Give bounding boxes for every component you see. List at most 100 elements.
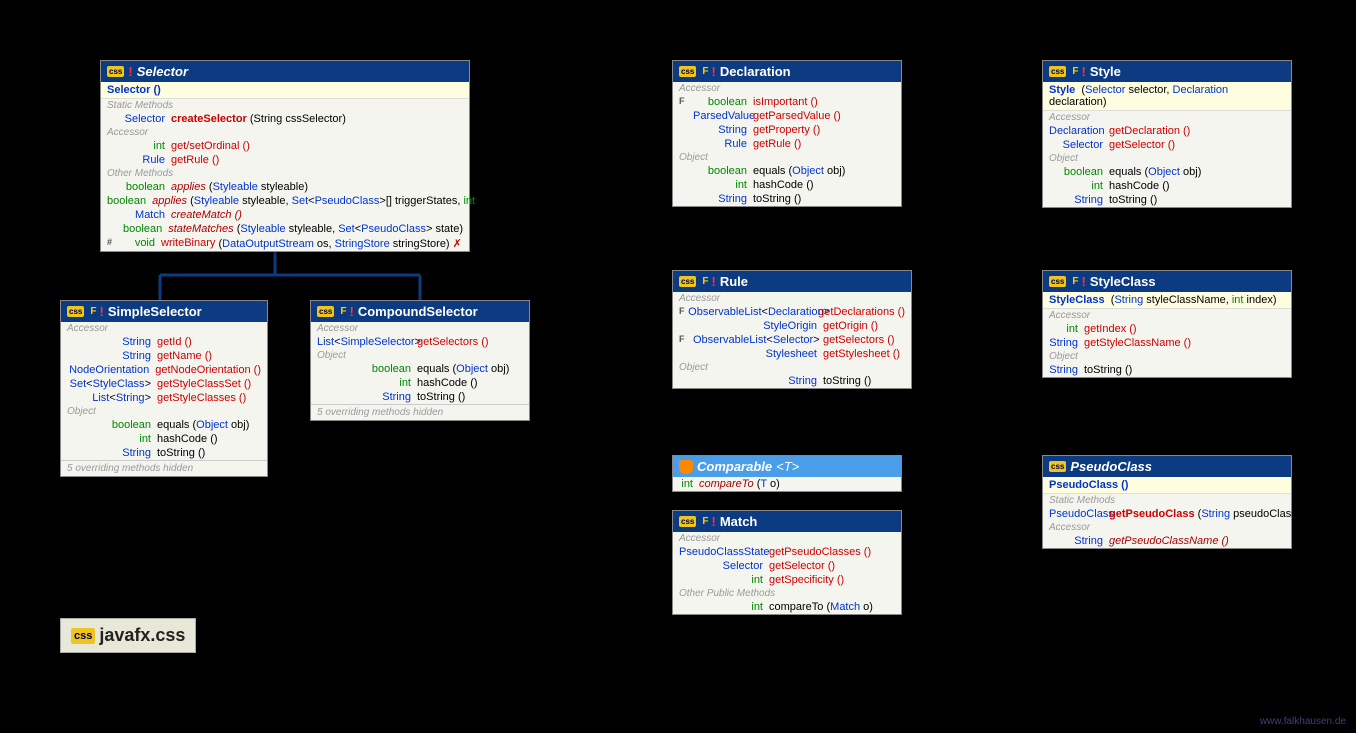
member: StringtoString () <box>673 374 911 388</box>
class-title: PseudoClass <box>1070 459 1152 474</box>
class-title: Match <box>720 514 758 529</box>
member: StringgetStyleClassName () <box>1043 336 1291 350</box>
member: intgetIndex () <box>1043 322 1291 336</box>
member: SelectorgetSelector () <box>1043 138 1291 152</box>
final-flag: F <box>1072 66 1078 77</box>
interface-comparable: Comparable <T> intcompareTo (T o) <box>672 455 902 492</box>
css-icon: css <box>107 66 124 77</box>
abstract-flag: ! <box>711 514 715 529</box>
abstract-flag: ! <box>128 64 132 79</box>
constructor-row: Style (Selector selector, Declaration de… <box>1043 82 1291 111</box>
css-icon: css <box>679 276 696 287</box>
member: ParsedValuegetParsedValue () <box>673 109 901 123</box>
class-title: Rule <box>720 274 748 289</box>
css-icon: css <box>71 628 95 644</box>
class-selector: css ! Selector Selector () Static Method… <box>100 60 470 252</box>
class-header: css F ! Style <box>1043 61 1291 82</box>
footer-note: 5 overriding methods hidden <box>61 460 267 476</box>
abstract-flag: ! <box>711 64 715 79</box>
member: booleanstateMatches (Styleable styleable… <box>101 222 469 236</box>
class-header: css F ! CompoundSelector <box>311 301 529 322</box>
member: inthashCode () <box>311 376 529 390</box>
member: intcompareTo (T o) <box>673 477 901 491</box>
final-flag: F <box>1072 276 1078 287</box>
class-header: css F ! Rule <box>673 271 911 292</box>
member: FObservableList<Declaration>getDeclarati… <box>673 305 911 319</box>
interface-header: Comparable <T> <box>673 456 901 477</box>
constructor-row: PseudoClass () <box>1043 477 1291 494</box>
footer-note: 5 overriding methods hidden <box>311 404 529 420</box>
package-name: javafx.css <box>99 625 185 646</box>
class-title: CompoundSelector <box>358 304 478 319</box>
member: PseudoClassStategetPseudoClasses () <box>673 545 901 559</box>
class-title: StyleClass <box>1090 274 1156 289</box>
member: PseudoClassgetPseudoClass (String pseudo… <box>1043 507 1291 521</box>
abstract-flag: ! <box>711 274 715 289</box>
member: booleanequals (Object obj) <box>673 164 901 178</box>
class-header: css F ! Declaration <box>673 61 901 82</box>
constructor-row: Selector () <box>101 82 469 99</box>
class-match: css F ! Match Accessor PseudoClassStateg… <box>672 510 902 615</box>
member: Selector createSelector (String cssSelec… <box>101 112 469 126</box>
css-icon: css <box>1049 66 1066 77</box>
class-compound-selector: css F ! CompoundSelector Accessor List<S… <box>310 300 530 421</box>
css-icon: css <box>679 66 696 77</box>
class-simple-selector: css F ! SimpleSelector Accessor Stringge… <box>60 300 268 477</box>
member: StringgetPseudoClassName () <box>1043 534 1291 548</box>
class-title: SimpleSelector <box>108 304 202 319</box>
abstract-flag: ! <box>1081 64 1085 79</box>
member: StringgetId () <box>61 335 267 349</box>
section-static: Static Methods <box>101 99 469 112</box>
final-flag: F <box>702 276 708 287</box>
member: booleanequals (Object obj) <box>61 418 267 432</box>
class-style: css F ! Style Style (Selector selector, … <box>1042 60 1292 208</box>
class-header: css F ! SimpleSelector <box>61 301 267 322</box>
final-flag: F <box>340 306 346 317</box>
class-title: Selector <box>137 64 188 79</box>
member: StringtoString () <box>1043 193 1291 207</box>
member: SelectorgetSelector () <box>673 559 901 573</box>
class-header: css F ! Match <box>673 511 901 532</box>
member: List<String>getStyleClasses () <box>61 391 267 405</box>
cup-icon <box>679 460 693 474</box>
member: StringgetName () <box>61 349 267 363</box>
section-other: Other Methods <box>101 167 469 180</box>
member: MatchcreateMatch () <box>101 208 469 222</box>
member: booleanequals (Object obj) <box>1043 165 1291 179</box>
class-header: css PseudoClass <box>1043 456 1291 477</box>
abstract-flag: ! <box>99 304 103 319</box>
member: StyleOrigingetOrigin () <box>673 319 911 333</box>
class-rule: css F ! Rule Accessor FObservableList<De… <box>672 270 912 389</box>
watermark: www.falkhausen.de <box>1260 716 1346 727</box>
member: booleanapplies (Styleable styleable, Set… <box>101 194 469 208</box>
member: Set<StyleClass>getStyleClassSet () <box>61 377 267 391</box>
member: inthashCode () <box>1043 179 1291 193</box>
member: booleanequals (Object obj) <box>311 362 529 376</box>
css-icon: css <box>1049 276 1066 287</box>
member: RulegetRule () <box>673 137 901 151</box>
member: StringtoString () <box>61 446 267 460</box>
class-title: Style <box>1090 64 1121 79</box>
css-icon: css <box>1049 461 1066 472</box>
member: FObservableList<Selector>getSelectors () <box>673 333 911 347</box>
class-styleclass: css F ! StyleClass StyleClass (String st… <box>1042 270 1292 378</box>
final-flag: F <box>90 306 96 317</box>
final-flag: F <box>702 66 708 77</box>
css-icon: css <box>317 306 334 317</box>
member: booleanapplies (Styleable styleable) <box>101 180 469 194</box>
member: inthashCode () <box>61 432 267 446</box>
final-flag: F <box>702 516 708 527</box>
member: StringtoString () <box>1043 363 1291 377</box>
member: DeclarationgetDeclaration () <box>1043 124 1291 138</box>
css-icon: css <box>679 516 696 527</box>
member: intgetSpecificity () <box>673 573 901 587</box>
section-accessor: Accessor <box>101 126 469 139</box>
member: FbooleanisImportant () <box>673 95 901 109</box>
member: intget/setOrdinal () <box>101 139 469 153</box>
member: StringtoString () <box>311 390 529 404</box>
abstract-flag: ! <box>349 304 353 319</box>
member: RulegetRule () <box>101 153 469 167</box>
member: inthashCode () <box>673 178 901 192</box>
package-label: css javafx.css <box>60 618 196 653</box>
member: StringgetProperty () <box>673 123 901 137</box>
